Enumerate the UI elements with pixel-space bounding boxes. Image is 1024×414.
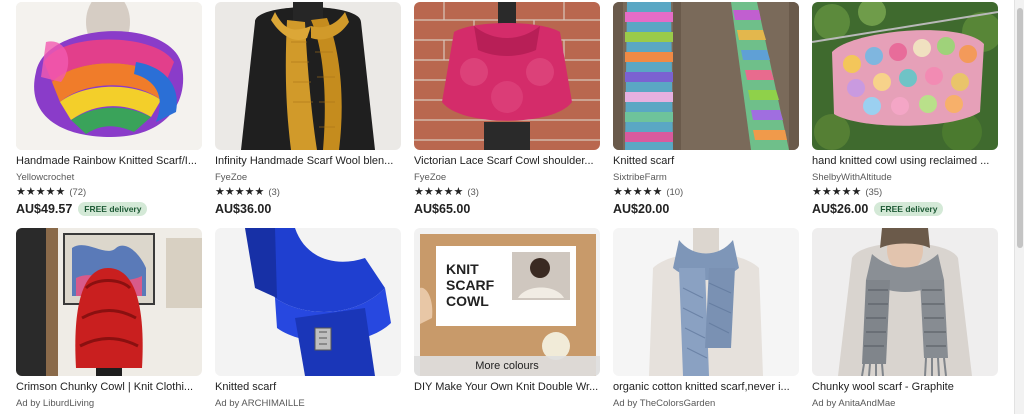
- review-count: (10): [666, 186, 684, 198]
- shop-name: ShelbyWithAltitude: [812, 172, 892, 183]
- listing-card[interactable]: Knitted scarf SixtribeFarm ★★★★★ (10) AU…: [613, 2, 799, 217]
- listing-title[interactable]: hand knitted cowl using reclaimed ...: [812, 154, 998, 168]
- kit-text-line3: COWL: [446, 293, 489, 309]
- star-rating-icon: ★★★★★: [414, 185, 464, 198]
- review-count: (72): [69, 186, 87, 198]
- price: AU$65.00: [414, 202, 471, 216]
- price-row: AU$49.57 FREE delivery: [16, 201, 202, 217]
- star-rating-icon: ★★★★★: [16, 185, 66, 198]
- vertical-scrollbar[interactable]: [1014, 0, 1024, 414]
- listing-card[interactable]: Handmade Rainbow Knitted Scarf/I... Yell…: [16, 2, 202, 217]
- shop-name: FyeZoe: [414, 172, 447, 183]
- listing-title[interactable]: Chunky wool scarf - Graphite: [812, 380, 998, 394]
- knit-kit-photo[interactable]: KNIT SCARF COWL More colours: [414, 228, 600, 376]
- shop-name: FyeZoe: [215, 172, 248, 183]
- rating: ★★★★★ (72): [16, 185, 202, 199]
- price: AU$49.57: [16, 202, 73, 216]
- kit-text-line2: SCARF: [446, 277, 495, 293]
- price-row: AU$20.00: [613, 201, 799, 217]
- rating: ★★★★★ (3): [414, 185, 600, 199]
- grey-blue-scarf-photo[interactable]: [613, 228, 799, 376]
- listing-card[interactable]: KNIT SCARF COWL More colours DIY Make Yo…: [414, 228, 600, 394]
- graphite-scarf-photo[interactable]: [812, 228, 998, 376]
- listing-card[interactable]: Chunky wool scarf - Graphite Ad by Anita…: [812, 228, 998, 410]
- blue-scarf-photo[interactable]: [215, 228, 401, 376]
- free-delivery-badge: FREE delivery: [874, 202, 944, 216]
- star-rating-icon: ★★★★★: [215, 185, 265, 198]
- scrollbar-thumb[interactable]: [1017, 8, 1023, 248]
- more-colours-button[interactable]: More colours: [414, 356, 600, 376]
- ad-shop-name: Ad by ARCHIMAILLE: [215, 398, 305, 409]
- listing-title[interactable]: organic cotton knitted scarf,never i...: [613, 380, 799, 394]
- listing-title[interactable]: Crimson Chunky Cowl | Knit Clothi...: [16, 380, 202, 394]
- review-count: (3): [268, 186, 280, 198]
- listing-title[interactable]: DIY Make Your Own Knit Double Wr...: [414, 380, 600, 394]
- listing-card[interactable]: Knitted scarf Ad by ARCHIMAILLE: [215, 228, 401, 410]
- pink-lace-cowl-photo[interactable]: [414, 2, 600, 150]
- mustard-scarf-photo[interactable]: [215, 2, 401, 150]
- price-row: AU$36.00: [215, 201, 401, 217]
- listing-title[interactable]: Infinity Handmade Scarf Wool blen...: [215, 154, 401, 168]
- review-count: (35): [865, 186, 883, 198]
- kit-text-line1: KNIT: [446, 261, 479, 277]
- red-cowl-photo[interactable]: [16, 228, 202, 376]
- ad-shop-name: Ad by LiburdLiving: [16, 398, 95, 409]
- listing-card[interactable]: Crimson Chunky Cowl | Knit Clothi... Ad …: [16, 228, 202, 410]
- listing-title[interactable]: Knitted scarf: [613, 154, 799, 168]
- price-row: AU$26.00 FREE delivery: [812, 201, 998, 217]
- rating: ★★★★★ (3): [215, 185, 401, 199]
- star-rating-icon: ★★★★★: [613, 185, 663, 198]
- price: AU$36.00: [215, 202, 272, 216]
- listing-card[interactable]: hand knitted cowl using reclaimed ... Sh…: [812, 2, 998, 217]
- star-rating-icon: ★★★★★: [812, 185, 862, 198]
- price-row: AU$65.00: [414, 201, 600, 217]
- listing-card[interactable]: Infinity Handmade Scarf Wool blen... Fye…: [215, 2, 401, 217]
- listing-title[interactable]: Victorian Lace Scarf Cowl shoulder...: [414, 154, 600, 168]
- ad-shop-name: Ad by TheColorsGarden: [613, 398, 716, 409]
- rainbow-infinity-scarf-photo[interactable]: [16, 2, 202, 150]
- price: AU$20.00: [613, 202, 670, 216]
- review-count: (3): [467, 186, 479, 198]
- shop-name: SixtribeFarm: [613, 172, 667, 183]
- free-delivery-badge: FREE delivery: [78, 202, 148, 216]
- listing-card[interactable]: organic cotton knitted scarf,never i... …: [613, 228, 799, 410]
- chunky-cowl-photo[interactable]: [812, 2, 998, 150]
- listing-title[interactable]: Handmade Rainbow Knitted Scarf/I...: [16, 154, 202, 168]
- listing-title[interactable]: Knitted scarf: [215, 380, 401, 394]
- rating: ★★★★★ (10): [613, 185, 799, 199]
- price: AU$26.00: [812, 202, 869, 216]
- shop-name: Yellowcrochet: [16, 172, 75, 183]
- rating: ★★★★★ (35): [812, 185, 998, 199]
- striped-scarf-photo[interactable]: [613, 2, 799, 150]
- listing-card[interactable]: Victorian Lace Scarf Cowl shoulder... Fy…: [414, 2, 600, 217]
- ad-shop-name: Ad by AnitaAndMae: [812, 398, 896, 409]
